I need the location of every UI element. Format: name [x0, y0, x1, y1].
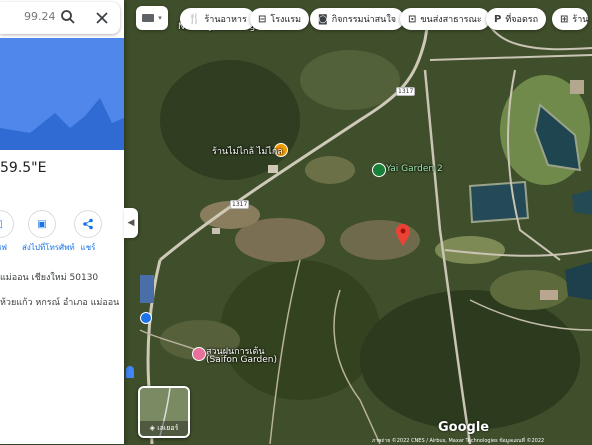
- saifon-pin-icon[interactable]: [192, 347, 206, 361]
- bookmark-icon: ▯: [0, 219, 3, 230]
- chip-hotels[interactable]: ⊟ โรงแรม: [250, 8, 310, 30]
- coordinates-text: 59.5"E: [0, 160, 47, 176]
- close-icon[interactable]: [94, 10, 110, 26]
- layers-icon: ◈: [149, 424, 155, 432]
- address-line-2: ห้วยแก้ว หกรณ์ อำเภอ แม่ออน: [0, 298, 120, 308]
- layers-label: ◈ เลเยอร์: [140, 421, 188, 436]
- shop-pin-icon[interactable]: [140, 312, 152, 324]
- search-box[interactable]: 99.24: [0, 2, 120, 34]
- chip-things-to-do[interactable]: ◙ กิจกรรมน่าสนใจ: [310, 8, 404, 30]
- chevron-down-icon: ▾: [158, 14, 162, 22]
- street-view-preview[interactable]: [0, 38, 124, 150]
- camera-icon: ◙: [318, 13, 328, 25]
- shop-icon: ⊞: [560, 13, 569, 25]
- bus-icon: ⊡: [408, 13, 417, 25]
- google-logo: Google: [438, 420, 490, 435]
- chevron-left-icon: ◀: [127, 218, 135, 228]
- road-number-2: 1317: [230, 200, 250, 209]
- phone-icon: ▣: [37, 218, 47, 230]
- place-details-panel: 99.24 59.5"E ▯ เซฟ ▣ ส่งไปที่โทรศัพท์: [0, 0, 124, 444]
- chip-transit[interactable]: ⊡ ขนส่งสาธารณะ: [400, 8, 490, 30]
- keyboard-toggle-button[interactable]: ▾: [136, 6, 168, 30]
- place-label-yai-garden[interactable]: Yai Garden 2: [386, 164, 443, 174]
- parking-icon: P: [494, 13, 502, 25]
- hotel-icon: ⊟: [258, 13, 267, 25]
- garden-pin-icon[interactable]: [372, 163, 386, 177]
- chip-parking[interactable]: P ที่จอดรถ: [486, 8, 547, 30]
- restaurant-icon: 🍴: [188, 13, 201, 25]
- share-icon: [83, 218, 93, 230]
- chip-restaurants[interactable]: 🍴 ร้านอาหาร: [180, 8, 255, 30]
- send-to-phone-button[interactable]: ▣ ส่งไปที่โทรศัพท์: [22, 210, 75, 254]
- address-line-1: แม่ออน เชียงใหม่ 50130: [0, 273, 99, 283]
- layers-button[interactable]: ◈ เลเยอร์: [138, 386, 190, 438]
- place-label-saifon-en[interactable]: (Saifon Garden): [206, 355, 277, 365]
- place-label-mai-klai[interactable]: ร้านไม่ไกล้ ไม่ไกล: [212, 144, 283, 158]
- location-pin-icon[interactable]: [396, 224, 410, 246]
- road-number-1: 1317: [396, 87, 416, 96]
- save-button[interactable]: ▯ เซฟ: [0, 210, 20, 254]
- share-button[interactable]: แชร์: [68, 210, 108, 254]
- collapse-panel-button[interactable]: ◀: [124, 208, 138, 238]
- search-input[interactable]: 99.24: [24, 10, 56, 23]
- blue-pin-icon[interactable]: [126, 366, 134, 378]
- chip-shops[interactable]: ⊞ ร้าน: [552, 8, 589, 30]
- keyboard-icon: [142, 14, 155, 22]
- search-icon[interactable]: [60, 9, 76, 25]
